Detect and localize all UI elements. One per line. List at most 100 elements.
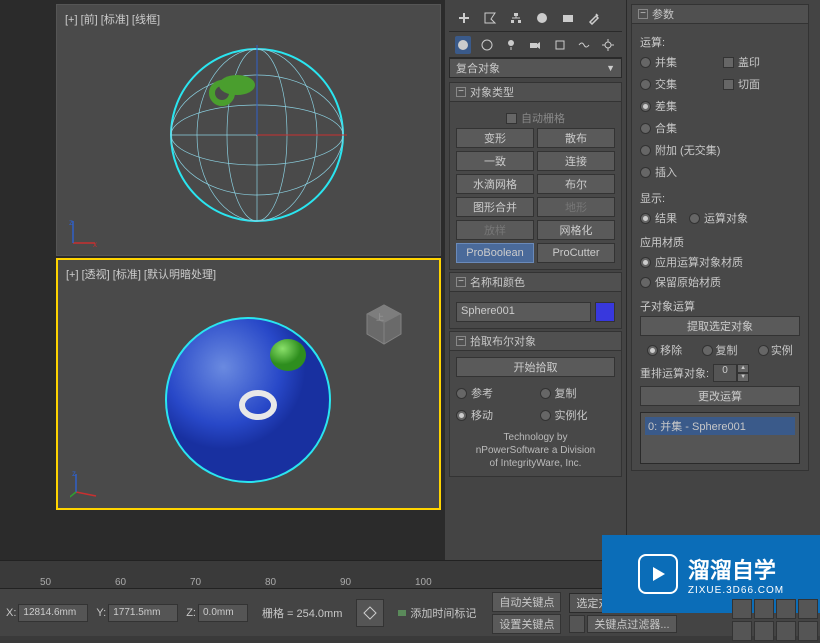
cameras-icon[interactable] <box>527 36 543 54</box>
shapes-icon[interactable] <box>479 36 495 54</box>
nav-max[interactable] <box>798 599 818 619</box>
reorder-spinner[interactable]: 0 ▲▼ <box>713 364 749 382</box>
autogrid-label: 自动栅格 <box>521 110 565 126</box>
credit-text: Technology bynPowerSoftware a Divisionof… <box>456 431 615 470</box>
rollout-header-name-color[interactable]: − 名称和颜色 <box>449 272 622 292</box>
object-name-input[interactable]: Sphere001 <box>456 302 591 322</box>
svg-text:z: z <box>69 218 73 227</box>
viewcube[interactable]: 上 <box>359 300 409 350</box>
spinner-down[interactable]: ▼ <box>737 373 749 382</box>
rollout-header-object-type[interactable]: − 对象类型 <box>449 82 622 102</box>
systems-icon[interactable] <box>600 36 616 54</box>
reorder-label: 重排运算对象: <box>640 365 709 381</box>
operands-list[interactable]: 0: 并集 - Sphere001 <box>640 412 800 464</box>
radio-instance[interactable] <box>540 410 551 421</box>
modify-icon[interactable] <box>481 9 499 27</box>
lights-icon[interactable] <box>503 36 519 54</box>
radio-operands[interactable] <box>689 213 700 224</box>
radio-result[interactable] <box>640 213 651 224</box>
nav-pan[interactable] <box>732 599 752 619</box>
radio-insert[interactable] <box>640 167 651 178</box>
viewport-label-perspective[interactable]: [+] [透视] [标准] [默认明暗处理] <box>66 266 216 282</box>
rollout-header-parameters[interactable]: − 参数 <box>631 4 809 24</box>
set-key-button[interactable]: 设置关键点 <box>492 614 561 634</box>
viewport-front[interactable]: [+] [前] [标准] [线框] z x <box>56 4 441 256</box>
btn-blobmesh[interactable]: 水滴网格 <box>456 174 534 194</box>
radio-intersect[interactable] <box>640 79 651 90</box>
subobj-label: 子对象运算 <box>640 298 800 314</box>
btn-conform[interactable]: 一致 <box>456 151 534 171</box>
spinner-up[interactable]: ▲ <box>737 364 749 373</box>
viewport-perspective[interactable]: [+] [透视] [标准] [默认明暗处理] <box>56 258 441 510</box>
btn-proboolean[interactable]: ProBoolean <box>456 243 534 263</box>
radio-reference[interactable] <box>456 388 467 399</box>
btn-procutter[interactable]: ProCutter <box>537 243 615 263</box>
radio-remove[interactable] <box>647 345 658 356</box>
plus-icon[interactable] <box>455 9 473 27</box>
spacewarps-icon[interactable] <box>576 36 592 54</box>
btn-loft[interactable]: 放样 <box>456 220 534 240</box>
snap-button[interactable] <box>356 599 384 627</box>
autogrid-checkbox[interactable] <box>506 113 517 124</box>
shaded-sphere[interactable] <box>158 310 338 490</box>
add-time-tag[interactable]: 添加时间标记 <box>410 605 476 621</box>
coord-x-input[interactable]: 12814.6mm <box>18 604 88 622</box>
nav-zoom-all[interactable] <box>732 621 752 641</box>
svg-text:上: 上 <box>376 313 384 322</box>
btn-scatter[interactable]: 散布 <box>537 128 615 148</box>
btn-boolean[interactable]: 布尔 <box>537 174 615 194</box>
category-dropdown[interactable]: 复合对象 ▼ <box>449 58 622 78</box>
chk-imprint[interactable] <box>723 57 734 68</box>
btn-mesher[interactable]: 网格化 <box>537 220 615 240</box>
start-pick-button[interactable]: 开始拾取 <box>456 357 615 377</box>
nav-orbit[interactable] <box>776 599 796 619</box>
radio-copy2[interactable] <box>702 345 713 356</box>
radio-union[interactable] <box>640 57 651 68</box>
motion-icon[interactable] <box>533 9 551 27</box>
extract-button[interactable]: 提取选定对象 <box>640 316 800 336</box>
hierarchy-icon[interactable] <box>507 9 525 27</box>
command-panel: 复合对象 ▼ − 对象类型 自动栅格 变形 散布 一致 <box>445 0 820 560</box>
radio-merge[interactable] <box>640 123 651 134</box>
rollout-object-type: − 对象类型 自动栅格 变形 散布 一致 连接 水滴网格 布尔 <box>449 82 622 270</box>
radio-apply-op-mat[interactable] <box>640 257 651 268</box>
radio-copy[interactable] <box>540 388 551 399</box>
display-icon[interactable] <box>559 9 577 27</box>
grid-readout: 栅格 = 254.0mm <box>262 605 342 621</box>
object-color-swatch[interactable] <box>595 302 615 322</box>
btn-connect[interactable]: 连接 <box>537 151 615 171</box>
coord-z-input[interactable]: 0.0mm <box>198 604 248 622</box>
axis-gizmo-persp: z <box>70 470 100 500</box>
apply-mat-label: 应用材质 <box>640 234 800 250</box>
nav-fov[interactable] <box>754 621 774 641</box>
btn-terrain[interactable]: 地形 <box>537 197 615 217</box>
axis-gizmo-front: z x <box>69 217 99 247</box>
radio-attach[interactable] <box>640 145 651 156</box>
chk-cookie[interactable] <box>723 79 734 90</box>
radio-move[interactable] <box>456 410 467 421</box>
nav-walk[interactable] <box>776 621 796 641</box>
btn-morph[interactable]: 变形 <box>456 128 534 148</box>
auto-key-button[interactable]: 自动关键点 <box>492 592 561 612</box>
key-filters-button[interactable]: 关键点过滤器... <box>587 615 676 633</box>
viewport-label-front[interactable]: [+] [前] [标准] [线框] <box>65 11 160 27</box>
wireframe-sphere[interactable] <box>167 45 347 225</box>
geometry-icon[interactable] <box>455 36 471 54</box>
rollout-header-pick-boolean[interactable]: − 拾取布尔对象 <box>449 331 622 351</box>
radio-subtract[interactable] <box>640 101 651 112</box>
utilities-icon[interactable] <box>585 9 603 27</box>
radio-inst[interactable] <box>758 345 769 356</box>
btn-shapemerge[interactable]: 图形合并 <box>456 197 534 217</box>
list-item[interactable]: 0: 并集 - Sphere001 <box>645 417 795 435</box>
svg-text:x: x <box>93 240 97 247</box>
radio-keep-orig-mat[interactable] <box>640 277 651 288</box>
collapse-icon: − <box>638 9 648 19</box>
rollout-parameters: − 参数 运算: 并集 盖印 交集 切面 差集 合集 附加 (无交集) <box>631 4 809 471</box>
nav-zoom[interactable] <box>754 599 774 619</box>
change-op-button[interactable]: 更改运算 <box>640 386 800 406</box>
coord-y-input[interactable]: 1771.5mm <box>108 604 178 622</box>
nav-toggle[interactable] <box>798 621 818 641</box>
helpers-icon[interactable] <box>552 36 568 54</box>
chevron-down-icon: ▼ <box>606 63 615 73</box>
key-icon-button[interactable] <box>569 615 585 633</box>
